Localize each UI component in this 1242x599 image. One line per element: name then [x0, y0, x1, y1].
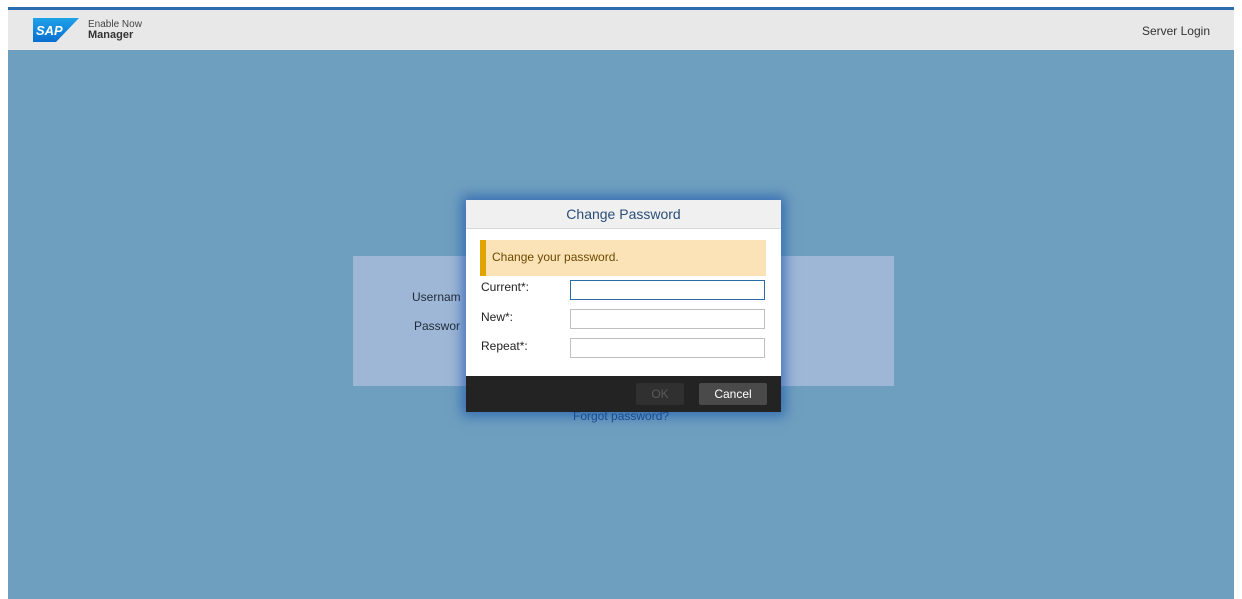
ok-button[interactable]: OK	[636, 383, 684, 405]
sap-logo-text: SAP	[36, 23, 63, 38]
warning-message-strip: Change your password.	[480, 240, 766, 276]
new-password-label: New*:	[481, 310, 514, 324]
new-password-input[interactable]	[570, 309, 765, 329]
dialog-footer: OK Cancel	[466, 376, 781, 412]
brand-subtitle: Manager	[88, 29, 134, 41]
app-header: SAP Enable Now Manager Server Login	[8, 10, 1234, 50]
change-password-dialog: Change Password Change your password. Cu…	[466, 200, 781, 412]
app-window: SAP Enable Now Manager Server Login User…	[8, 7, 1234, 599]
current-password-label: Current*:	[481, 280, 530, 294]
username-label: Usernam	[412, 290, 461, 304]
dialog-title-bar: Change Password	[466, 200, 781, 229]
server-login-link[interactable]: Server Login	[1142, 24, 1210, 38]
repeat-password-input[interactable]	[570, 338, 765, 358]
current-password-input[interactable]	[570, 280, 765, 300]
password-label: Passwor	[414, 319, 461, 333]
brand-text: Enable Now Manager	[88, 19, 142, 41]
repeat-password-label: Repeat*:	[481, 339, 528, 353]
warning-message-text: Change your password.	[492, 250, 619, 264]
sap-logo: SAP	[33, 18, 79, 42]
dialog-title: Change Password	[566, 206, 681, 222]
cancel-button[interactable]: Cancel	[699, 383, 767, 405]
